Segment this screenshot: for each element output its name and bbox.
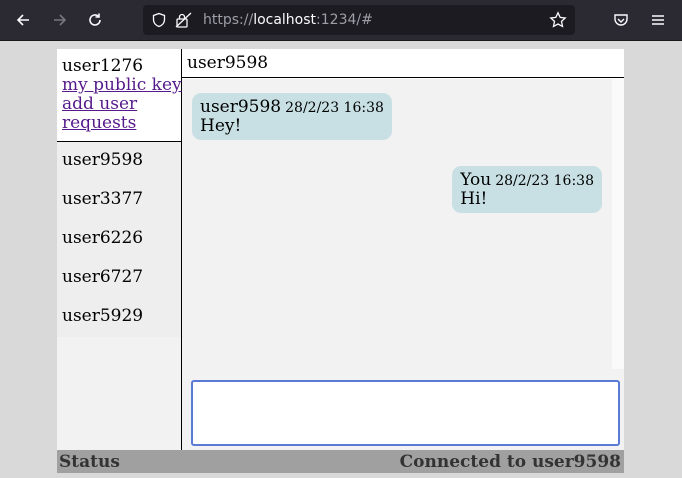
message-bubble-outgoing: You 28/2/23 16:38 Hi!	[452, 166, 602, 213]
reload-button[interactable]	[83, 8, 107, 32]
insecure-lock-icon[interactable]	[175, 12, 193, 32]
connection-status: Connected to user9598	[399, 452, 621, 472]
requests-link[interactable]: requests	[62, 113, 136, 133]
message-sender: You	[460, 170, 492, 190]
bookmark-star-icon[interactable]	[549, 11, 567, 33]
message-time: 28/2/23 16:38	[495, 173, 594, 189]
url-text[interactable]: https://localhost:1234/#	[203, 12, 373, 28]
message-sender: user9598	[200, 97, 282, 117]
status-label: Status	[59, 452, 120, 472]
add-user-link[interactable]: add user	[62, 94, 137, 114]
message-text: Hey!	[200, 116, 242, 136]
message-list[interactable]: user9598 28/2/23 16:38 Hey! You 28/2/23 16…	[182, 79, 612, 369]
shield-icon[interactable]	[151, 12, 167, 32]
url-scheme: https://	[203, 12, 254, 28]
chat-title: user9598	[187, 53, 269, 73]
contact-item[interactable]: user6727	[62, 267, 143, 287]
chat-app: user1276 my public key add user requests…	[57, 49, 624, 450]
my-public-key-link[interactable]: my public key	[62, 75, 182, 95]
pocket-button[interactable]	[609, 8, 633, 32]
sidebar-empty-area	[57, 337, 181, 450]
message-text: Hi!	[460, 189, 488, 209]
forward-button[interactable]	[48, 8, 72, 32]
message-scrollbar[interactable]	[612, 79, 624, 369]
message-input[interactable]	[191, 380, 620, 446]
back-button[interactable]	[11, 8, 35, 32]
url-bar[interactable]: https://localhost:1234/#	[143, 5, 575, 35]
user-header: user1276 my public key add user requests	[57, 49, 182, 142]
contact-item[interactable]: user9598	[62, 150, 143, 170]
message-time: 28/2/23 16:38	[285, 100, 384, 116]
status-bar: Status Connected to user9598	[57, 450, 624, 473]
back-arrow-icon	[16, 14, 29, 26]
contact-item[interactable]: user5929	[62, 306, 143, 326]
message-bubble-incoming: user9598 28/2/23 16:38 Hey!	[192, 93, 392, 140]
browser-toolbar: https://localhost:1234/#	[0, 0, 682, 40]
hamburger-menu-icon	[652, 15, 664, 25]
contact-item[interactable]: user6226	[62, 228, 143, 248]
forward-arrow-icon	[54, 14, 67, 26]
chat-header: user9598	[182, 49, 624, 78]
chat-panel: user9598 user9598 28/2/23 16:38 Hey! You 2…	[182, 49, 624, 450]
contact-item[interactable]: user3377	[62, 189, 143, 209]
menu-button[interactable]	[646, 8, 670, 32]
url-path: :1234/#	[316, 12, 373, 28]
toolbar-divider	[0, 40, 682, 41]
sidebar: user1276 my public key add user requests…	[57, 49, 182, 450]
current-username: user1276	[62, 56, 144, 76]
reload-icon	[89, 13, 101, 26]
contact-list: user9598 user3377 user6226 user6727 user…	[57, 142, 181, 337]
pocket-icon	[614, 14, 628, 26]
url-host: localhost	[253, 12, 317, 28]
